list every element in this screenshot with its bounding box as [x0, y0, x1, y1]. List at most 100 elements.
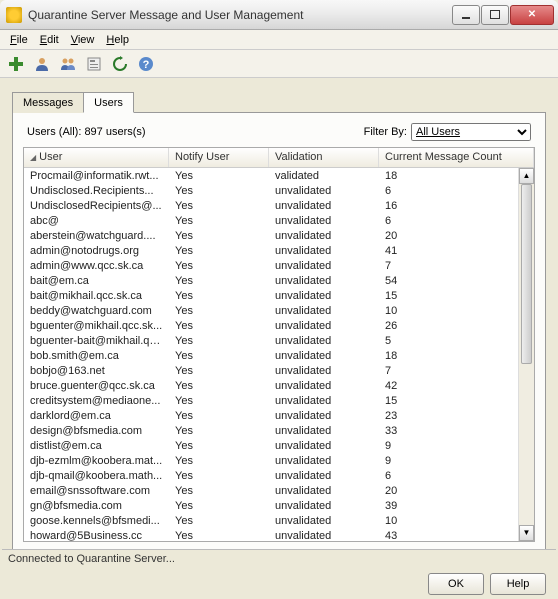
cell-notify: Yes — [169, 410, 269, 422]
cell-user: bobjo@163.net — [24, 365, 169, 377]
cell-notify: Yes — [169, 170, 269, 182]
col-validation[interactable]: Validation — [269, 148, 379, 167]
table-row[interactable]: design@bfsmedia.comYesunvalidated33 — [24, 423, 534, 438]
cell-notify: Yes — [169, 215, 269, 227]
table-row[interactable]: distlist@em.caYesunvalidated9 — [24, 438, 534, 453]
cell-validation: unvalidated — [269, 440, 379, 452]
table-row[interactable]: bob.smith@em.caYesunvalidated18 — [24, 348, 534, 363]
table-row[interactable]: bguenter@mikhail.qcc.sk...Yesunvalidated… — [24, 318, 534, 333]
table-row[interactable]: Undisclosed.Recipients...Yesunvalidated6 — [24, 183, 534, 198]
cell-user: admin@notodrugs.org — [24, 245, 169, 257]
table-row[interactable]: bait@em.caYesunvalidated54 — [24, 273, 534, 288]
refresh-icon[interactable] — [110, 54, 130, 74]
table-row[interactable]: bobjo@163.netYesunvalidated7 — [24, 363, 534, 378]
cell-validation: unvalidated — [269, 455, 379, 467]
cell-validation: unvalidated — [269, 470, 379, 482]
cell-user: bait@mikhail.qcc.sk.ca — [24, 290, 169, 302]
statusbar: Connected to Quarantine Server... — [2, 549, 556, 569]
table-row[interactable]: UndisclosedRecipients@...Yesunvalidated1… — [24, 198, 534, 213]
table-row[interactable]: creditsystem@mediaone...Yesunvalidated15 — [24, 393, 534, 408]
tab-messages[interactable]: Messages — [12, 92, 84, 113]
cell-user: bruce.guenter@qcc.sk.ca — [24, 380, 169, 392]
cell-count: 20 — [379, 230, 534, 242]
cell-notify: Yes — [169, 185, 269, 197]
cell-count: 20 — [379, 485, 534, 497]
cell-notify: Yes — [169, 230, 269, 242]
ok-button[interactable]: OK — [428, 573, 484, 595]
table-row[interactable]: howard@5Business.ccYesunvalidated43 — [24, 528, 534, 542]
app-icon — [6, 7, 22, 23]
cell-count: 7 — [379, 260, 534, 272]
col-notify[interactable]: Notify User — [169, 148, 269, 167]
table-row[interactable]: darklord@em.caYesunvalidated23 — [24, 408, 534, 423]
help-button[interactable]: Help — [490, 573, 546, 595]
users-icon[interactable] — [58, 54, 78, 74]
minimize-button[interactable] — [452, 5, 480, 25]
user-icon[interactable] — [32, 54, 52, 74]
cell-validation: unvalidated — [269, 200, 379, 212]
titlebar[interactable]: Quarantine Server Message and User Manag… — [0, 0, 558, 30]
panel-header: Users (All): 897 users(s) Filter By: All… — [23, 123, 535, 141]
table-row[interactable]: bruce.guenter@qcc.sk.caYesunvalidated42 — [24, 378, 534, 393]
col-user[interactable]: ◢User — [24, 148, 169, 167]
cell-count: 10 — [379, 515, 534, 527]
cell-count: 26 — [379, 320, 534, 332]
cell-notify: Yes — [169, 485, 269, 497]
cell-user: aberstein@watchguard.... — [24, 230, 169, 242]
table-row[interactable]: admin@notodrugs.orgYesunvalidated41 — [24, 243, 534, 258]
menu-view[interactable]: View — [65, 32, 101, 48]
table-row[interactable]: Procmail@informatik.rwt...Yesvalidated18 — [24, 168, 534, 183]
users-table: ◢User Notify User Validation Current Mes… — [23, 147, 535, 542]
help-icon[interactable]: ? — [136, 54, 156, 74]
table-row[interactable]: gn@bfsmedia.comYesunvalidated39 — [24, 498, 534, 513]
maximize-button[interactable] — [481, 5, 509, 25]
cell-validation: unvalidated — [269, 290, 379, 302]
table-row[interactable]: bait@mikhail.qcc.sk.caYesunvalidated15 — [24, 288, 534, 303]
menu-file[interactable]: File — [4, 32, 34, 48]
cell-validation: unvalidated — [269, 365, 379, 377]
cell-user: bait@em.ca — [24, 275, 169, 287]
cell-count: 54 — [379, 275, 534, 287]
menu-help[interactable]: Help — [100, 32, 135, 48]
cell-validation: validated — [269, 170, 379, 182]
table-row[interactable]: aberstein@watchguard....Yesunvalidated20 — [24, 228, 534, 243]
filter-dropdown[interactable]: All Users — [411, 123, 531, 141]
table-header: ◢User Notify User Validation Current Mes… — [24, 148, 534, 168]
table-row[interactable]: email@snssoftware.comYesunvalidated20 — [24, 483, 534, 498]
tab-users[interactable]: Users — [83, 92, 134, 113]
window-title: Quarantine Server Message and User Manag… — [28, 8, 452, 22]
cell-validation: unvalidated — [269, 380, 379, 392]
table-row[interactable]: beddy@watchguard.comYesunvalidated10 — [24, 303, 534, 318]
filter-label: Filter By: — [364, 126, 407, 138]
window-controls — [452, 5, 554, 25]
table-row[interactable]: bguenter-bait@mikhail.qc...Yesunvalidate… — [24, 333, 534, 348]
scrollbar[interactable]: ▲ ▼ — [518, 168, 534, 541]
scroll-down-icon[interactable]: ▼ — [519, 525, 534, 541]
table-row[interactable]: djb-qmail@koobera.math...Yesunvalidated6 — [24, 468, 534, 483]
close-button[interactable] — [510, 5, 554, 25]
table-row[interactable]: abc@Yesunvalidated6 — [24, 213, 534, 228]
cell-user: djb-qmail@koobera.math... — [24, 470, 169, 482]
cell-count: 15 — [379, 290, 534, 302]
cell-notify: Yes — [169, 440, 269, 452]
cell-validation: unvalidated — [269, 410, 379, 422]
cell-notify: Yes — [169, 500, 269, 512]
menu-edit[interactable]: Edit — [34, 32, 65, 48]
add-icon[interactable] — [6, 54, 26, 74]
users-summary: Users (All): 897 users(s) — [27, 126, 146, 138]
properties-icon[interactable] — [84, 54, 104, 74]
cell-validation: unvalidated — [269, 425, 379, 437]
cell-notify: Yes — [169, 395, 269, 407]
users-panel: Users (All): 897 users(s) Filter By: All… — [12, 112, 546, 556]
scroll-thumb[interactable] — [521, 184, 532, 364]
table-row[interactable]: admin@www.qcc.sk.caYesunvalidated7 — [24, 258, 534, 273]
toolbar: ? — [0, 50, 558, 78]
cell-notify: Yes — [169, 320, 269, 332]
cell-count: 33 — [379, 425, 534, 437]
cell-notify: Yes — [169, 530, 269, 542]
table-row[interactable]: goose.kennels@bfsmedi...Yesunvalidated10 — [24, 513, 534, 528]
col-count[interactable]: Current Message Count — [379, 148, 534, 167]
scroll-up-icon[interactable]: ▲ — [519, 168, 534, 184]
table-row[interactable]: djb-ezmlm@koobera.mat...Yesunvalidated9 — [24, 453, 534, 468]
cell-user: goose.kennels@bfsmedi... — [24, 515, 169, 527]
